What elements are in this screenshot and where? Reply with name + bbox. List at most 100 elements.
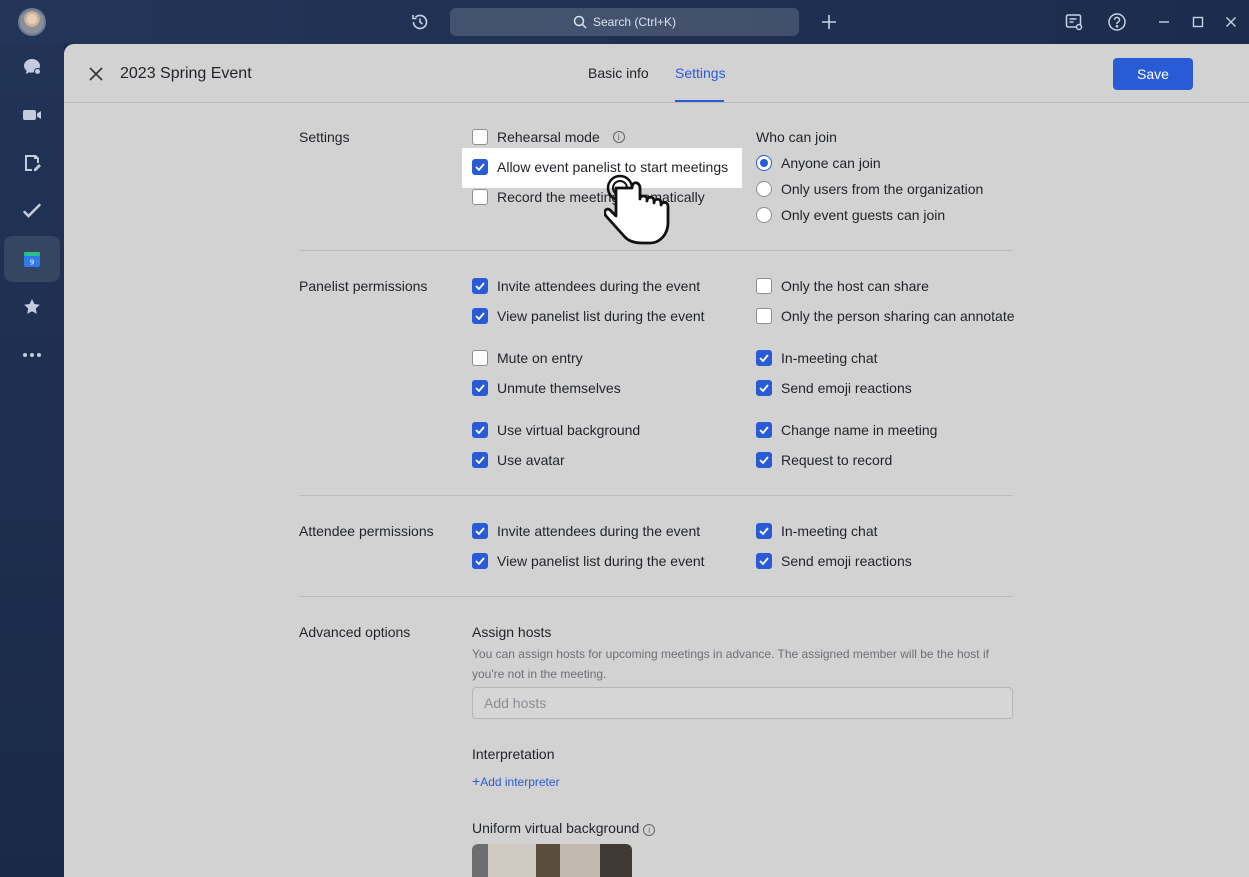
radio[interactable] (756, 181, 772, 197)
help-icon[interactable] (1105, 10, 1129, 34)
checkbox[interactable] (472, 350, 488, 366)
notification-center-icon[interactable] (1062, 10, 1086, 34)
checkbox-checked[interactable] (472, 452, 488, 468)
checkbox-checked[interactable] (756, 380, 772, 396)
panelist-invite-attendees[interactable]: Invite attendees during the event (472, 278, 700, 294)
panelist-unmute-themselves[interactable]: Unmute themselves (472, 380, 621, 396)
checkbox[interactable] (472, 189, 488, 205)
attendee-view-panelist-list[interactable]: View panelist list during the event (472, 553, 705, 569)
panelist-virtual-background[interactable]: Use virtual background (472, 422, 640, 438)
rail-favorites[interactable] (4, 284, 60, 330)
panelist-use-avatar[interactable]: Use avatar (472, 452, 565, 468)
panelist-request-record[interactable]: Request to record (756, 452, 892, 468)
panelist-in-meeting-chat[interactable]: In-meeting chat (756, 350, 878, 366)
checkbox-checked[interactable] (472, 308, 488, 324)
add-hosts-placeholder: Add hosts (484, 695, 547, 711)
radio[interactable] (756, 207, 772, 223)
left-nav-rail: 9 (0, 44, 64, 877)
plus-icon: + (472, 773, 481, 789)
section-label-advanced-options: Advanced options (299, 624, 411, 640)
panelist-host-only-share[interactable]: Only the host can share (756, 278, 929, 294)
avatar[interactable] (18, 8, 46, 36)
search-bar[interactable]: Search (Ctrl+K) (450, 8, 799, 36)
history-icon[interactable] (408, 10, 432, 34)
section-label-attendee-permissions: Attendee permissions (299, 523, 434, 539)
assign-hosts-hint: You can assign hosts for upcoming meetin… (472, 647, 989, 681)
add-interpreter-link[interactable]: +Add interpreter (472, 773, 560, 789)
checkbox-checked[interactable] (472, 553, 488, 569)
rail-meetings[interactable] (4, 92, 60, 138)
calendar-icon: 9 (24, 252, 40, 267)
add-hosts-input[interactable]: Add hosts (472, 687, 1013, 719)
option-label: Send emoji reactions (781, 553, 912, 569)
radio-guests-only[interactable]: Only event guests can join (756, 207, 945, 223)
info-icon[interactable]: i (612, 131, 625, 143)
checkbox[interactable] (756, 278, 772, 294)
radio-anyone-can-join[interactable]: Anyone can join (756, 155, 881, 171)
option-label: Request to record (781, 452, 893, 468)
rail-tasks[interactable] (4, 188, 60, 234)
radio-selected[interactable] (756, 155, 772, 171)
attendee-in-meeting-chat[interactable]: In-meeting chat (756, 523, 878, 539)
active-tab-indicator (675, 100, 724, 102)
checkbox-checked[interactable] (472, 159, 488, 175)
panelist-mute-on-entry[interactable]: Mute on entry (472, 350, 583, 366)
panelist-change-name[interactable]: Change name in meeting (756, 422, 937, 438)
checkbox-checked[interactable] (756, 350, 772, 366)
rail-docs[interactable] (4, 140, 60, 186)
assign-hosts-title: Assign hosts (472, 624, 552, 640)
checkbox[interactable] (756, 308, 772, 324)
minimize-icon[interactable] (1152, 10, 1176, 34)
rail-calendar[interactable]: 9 (4, 236, 60, 282)
info-icon[interactable]: i (643, 824, 656, 836)
checkbox-checked[interactable] (756, 422, 772, 438)
uniform-background-title: Uniform virtual background i (472, 820, 656, 836)
panelist-sharer-only-annotate[interactable]: Only the person sharing can annotate (756, 308, 1015, 324)
option-label: Rehearsal mode (497, 129, 600, 145)
section-divider (299, 596, 1013, 597)
option-label: Use avatar (497, 452, 565, 468)
rail-messages[interactable] (4, 44, 60, 90)
panelist-emoji-reactions[interactable]: Send emoji reactions (756, 380, 912, 396)
checkbox-checked[interactable] (472, 422, 488, 438)
option-allow-panelist-start[interactable]: Allow event panelist to start meetings (472, 159, 728, 175)
option-rehearsal-mode[interactable]: Rehearsal mode i (472, 129, 625, 145)
option-label: Invite attendees during the event (497, 278, 701, 294)
rail-more[interactable] (4, 332, 60, 378)
panelist-view-list[interactable]: View panelist list during the event (472, 308, 705, 324)
title-bar: Search (Ctrl+K) (0, 0, 1249, 44)
checkbox-checked[interactable] (472, 523, 488, 539)
hand-pointer-cursor-icon (604, 174, 670, 245)
radio-label: Anyone can join (781, 155, 881, 171)
more-dots-icon (23, 353, 41, 357)
event-title: 2023 Spring Event (120, 65, 252, 82)
virtual-background-thumbnail[interactable] (472, 844, 632, 877)
checkbox-checked[interactable] (756, 553, 772, 569)
chat-icon (24, 59, 41, 75)
radio-organization-only[interactable]: Only users from the organization (756, 181, 983, 197)
save-button[interactable]: Save (1113, 58, 1193, 90)
option-label: Use virtual background (497, 422, 641, 438)
search-label: Search (Ctrl+K) (592, 15, 677, 29)
checkbox-checked[interactable] (756, 523, 772, 539)
section-label-panelist-permissions: Panelist permissions (299, 278, 428, 294)
tab-basic-info[interactable]: Basic info (588, 65, 649, 81)
close-window-icon[interactable] (1219, 10, 1243, 34)
section-divider (299, 495, 1013, 496)
checkbox-checked[interactable] (472, 278, 488, 294)
tab-settings[interactable]: Settings (675, 65, 726, 81)
maximize-icon[interactable] (1186, 10, 1210, 34)
close-icon[interactable] (86, 64, 106, 84)
checkbox-checked[interactable] (756, 452, 772, 468)
uniform-background-label: Uniform virtual background (472, 820, 640, 836)
option-label: View panelist list during the event (497, 308, 705, 324)
checkbox-checked[interactable] (472, 380, 488, 396)
section-label-settings: Settings (299, 129, 350, 145)
event-settings-panel: 2023 Spring Event Basic info Settings Sa… (64, 44, 1249, 877)
plus-icon[interactable] (817, 10, 841, 34)
checkbox[interactable] (472, 129, 488, 145)
attendee-emoji-reactions[interactable]: Send emoji reactions (756, 553, 912, 569)
search-icon (573, 15, 587, 29)
option-label: In-meeting chat (781, 350, 878, 366)
attendee-invite-attendees[interactable]: Invite attendees during the event (472, 523, 700, 539)
